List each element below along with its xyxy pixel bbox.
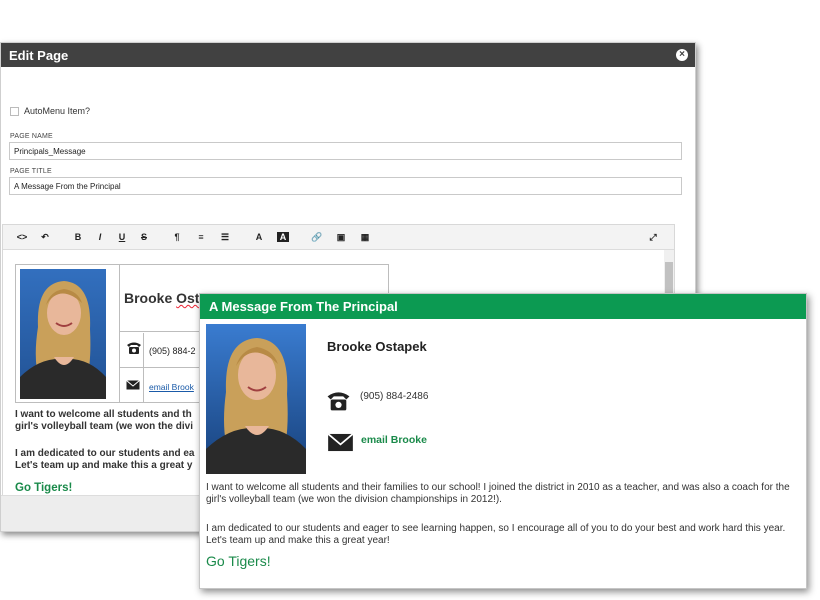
preview-para2: I am dedicated to our students and eager… — [206, 523, 786, 546]
close-icon[interactable]: × — [676, 49, 688, 61]
editor-photo-cell — [16, 265, 120, 403]
editor-col-divider — [143, 333, 144, 403]
bold-button[interactable]: B — [67, 232, 89, 242]
page-name-input[interactable] — [9, 142, 682, 160]
dialog-title: Edit Page — [9, 47, 69, 63]
automenu-label: AutoMenu Item? — [24, 106, 91, 116]
paragraph-format-icon[interactable]: ¶ — [165, 232, 189, 242]
automenu-checkbox[interactable] — [10, 106, 19, 116]
preview-principal-name: Brooke Ostapek — [327, 339, 427, 354]
page-title-label: PAGE TITLE — [10, 168, 52, 175]
insert-table-icon[interactable]: ▦ — [353, 232, 377, 243]
mail-icon — [327, 433, 354, 452]
fullscreen-icon[interactable]: ⤢ — [642, 232, 664, 243]
background-color-icon[interactable]: A — [277, 232, 289, 242]
preview-header: A Message From The Principal — [200, 294, 806, 319]
undo-icon[interactable]: ↶ — [33, 232, 57, 243]
editor-toolbar: <> ↶ B I U S ¶ ≡ ☰ A A 🔗 ▣ ▦ ⤢ — [3, 225, 674, 250]
phone-icon — [327, 392, 350, 411]
link-icon[interactable]: 🔗 — [305, 232, 329, 243]
code-view-icon[interactable]: <> — [11, 232, 33, 242]
page-preview: A Message From The Principal Brooke Osta… — [199, 293, 807, 589]
insert-image-icon[interactable]: ▣ — [329, 232, 353, 243]
principal-photo — [20, 269, 106, 399]
mail-icon — [126, 380, 140, 390]
underline-button[interactable]: U — [111, 232, 133, 242]
principal-photo-preview — [206, 324, 306, 474]
preview-phone: (905) 884-2486 — [360, 391, 429, 402]
font-color-icon[interactable]: A — [247, 232, 271, 242]
page-name-label: PAGE NAME — [10, 133, 53, 140]
phone-icon — [127, 342, 141, 354]
editor-email-link[interactable]: email Brook — [149, 382, 194, 392]
editor-closing: Go Tigers! — [15, 482, 73, 494]
automenu-row[interactable]: AutoMenu Item? — [10, 106, 90, 116]
italic-button[interactable]: I — [89, 232, 111, 242]
page-title-input[interactable] — [9, 177, 682, 195]
list-icon[interactable]: ☰ — [213, 232, 237, 243]
preview-para1: I want to welcome all students and their… — [206, 482, 790, 505]
preview-closing: Go Tigers! — [206, 553, 271, 569]
preview-email-link[interactable]: email Brooke — [361, 434, 427, 446]
strikethrough-button[interactable]: S — [133, 232, 155, 242]
dialog-header: Edit Page × — [1, 43, 695, 67]
align-icon[interactable]: ≡ — [189, 232, 213, 242]
editor-phone: (905) 884-2 — [149, 346, 196, 356]
